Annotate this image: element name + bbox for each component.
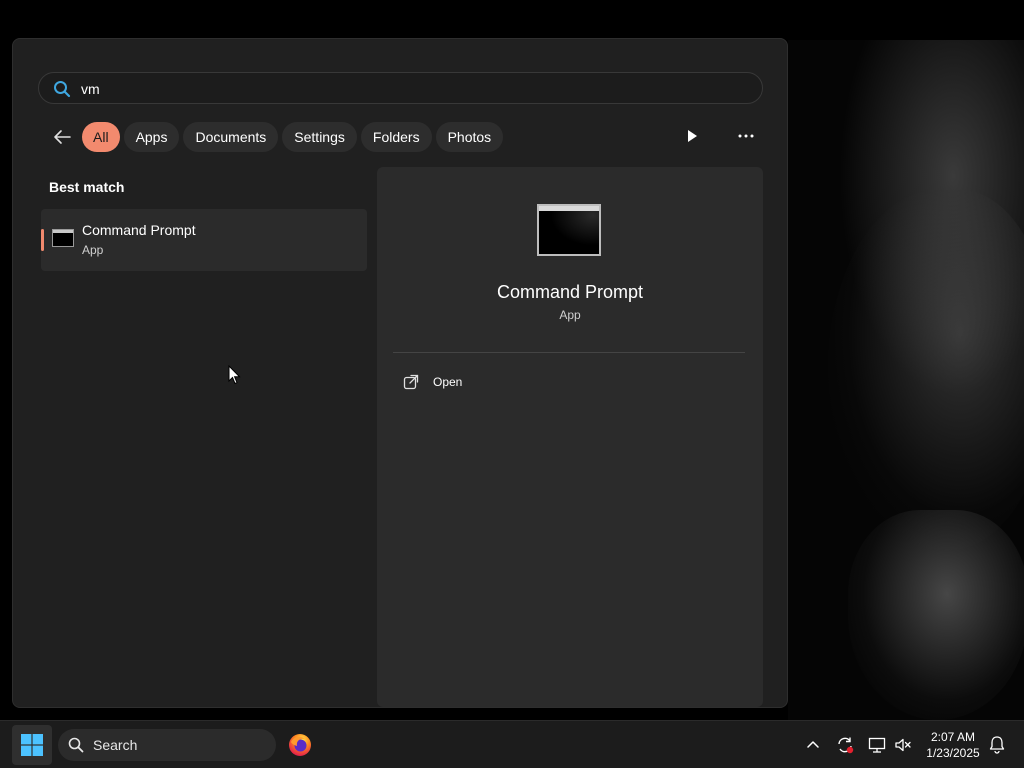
clock-date: 1/23/2025 — [926, 746, 980, 760]
clock[interactable]: 2:07 AM 1/23/2025 — [918, 729, 988, 761]
more-dots-icon — [738, 134, 754, 138]
mouse-pointer-icon — [228, 365, 241, 385]
search-input[interactable] — [81, 78, 741, 100]
start-search-panel: All Apps Documents Settings Folders Phot… — [12, 38, 788, 708]
search-icon — [54, 81, 71, 98]
taskbar-search[interactable]: Search — [58, 729, 276, 761]
taskbar-search-label: Search — [93, 737, 138, 753]
command-prompt-large-icon — [537, 204, 601, 256]
filter-bar: All Apps Documents Settings Folders Phot… — [47, 121, 507, 153]
result-item-command-prompt[interactable]: Command Prompt App — [41, 209, 367, 271]
wallpaper-image — [788, 40, 1024, 720]
open-external-icon — [403, 374, 419, 390]
firefox-icon[interactable] — [288, 733, 312, 757]
filter-photos[interactable]: Photos — [435, 122, 504, 152]
filter-folders[interactable]: Folders — [360, 122, 432, 152]
filter-settings[interactable]: Settings — [282, 122, 357, 152]
open-action-label: Open — [433, 375, 463, 389]
chevron-up-icon[interactable] — [805, 737, 821, 753]
network-icon[interactable] — [867, 735, 887, 755]
best-match-heading: Best match — [49, 179, 125, 195]
command-prompt-icon — [52, 229, 74, 247]
arrow-left-icon — [54, 130, 71, 144]
back-button[interactable] — [47, 122, 77, 152]
filter-documents[interactable]: Documents — [183, 122, 279, 152]
start-button[interactable] — [12, 725, 52, 765]
result-title: Command Prompt — [82, 222, 196, 238]
result-subtitle: App — [82, 243, 104, 257]
detail-pane: Command Prompt App Open — [377, 167, 763, 707]
search-icon — [68, 737, 84, 753]
taskbar: Search 2:07 AM 1/23/2025 — [0, 720, 1024, 768]
divider — [393, 352, 745, 353]
clock-time: 2:07 AM — [930, 730, 976, 744]
windows-logo-icon — [21, 734, 43, 756]
notification-bell-icon[interactable] — [988, 735, 1006, 755]
filter-apps[interactable]: Apps — [123, 122, 180, 152]
sync-icon[interactable] — [835, 735, 855, 755]
search-box[interactable] — [38, 72, 763, 104]
selection-indicator — [41, 229, 44, 251]
detail-app-name: Command Prompt — [496, 282, 644, 302]
open-action[interactable]: Open — [403, 371, 462, 393]
volume-muted-icon[interactable] — [893, 735, 913, 755]
detail-app-type: App — [559, 308, 581, 322]
more-options-button[interactable] — [735, 125, 757, 147]
filter-all[interactable]: All — [82, 122, 120, 152]
play-icon[interactable] — [683, 127, 701, 145]
